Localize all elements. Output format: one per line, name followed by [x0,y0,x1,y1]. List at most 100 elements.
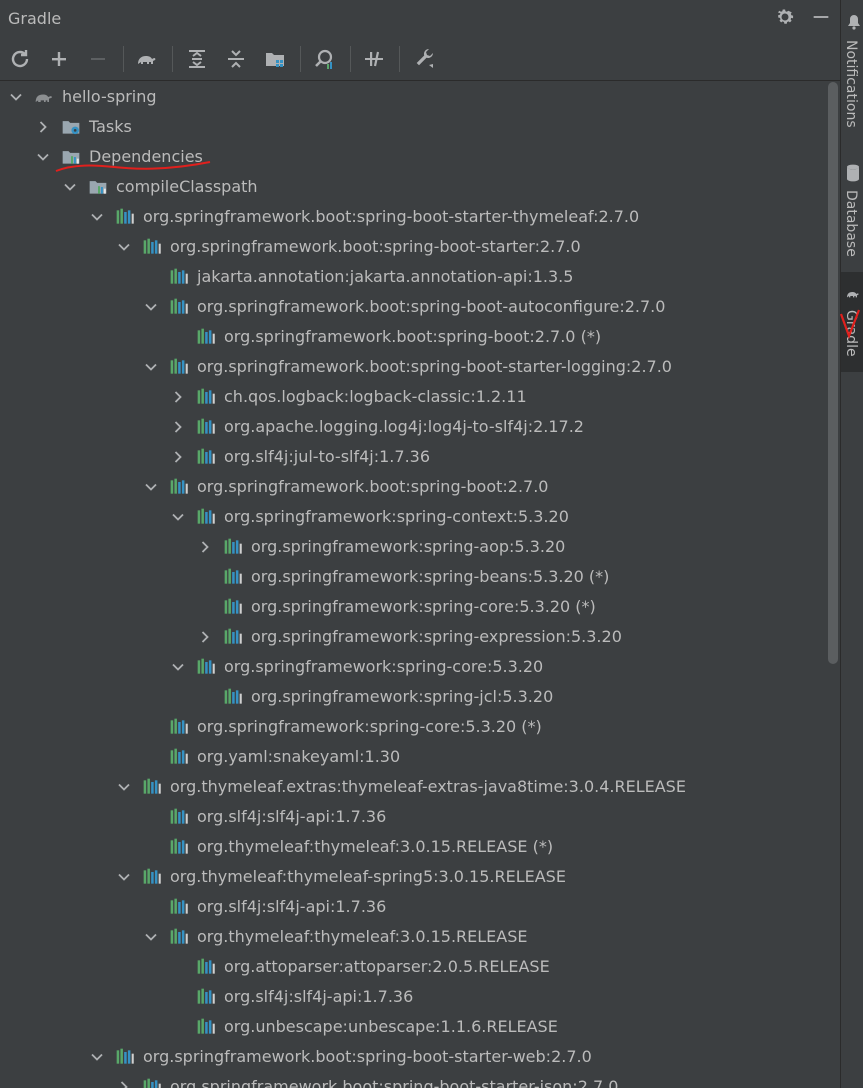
minus-icon[interactable] [810,6,832,28]
tree-row[interactable]: org.thymeleaf:thymeleaf:3.0.15.RELEASE (… [0,832,826,862]
chevron-right-icon[interactable] [170,419,186,435]
tree-row[interactable]: org.springframework.boot:spring-boot-sta… [0,232,826,262]
add-button[interactable] [46,46,72,72]
chevron-down-icon[interactable] [8,89,24,105]
remove-button[interactable] [85,46,111,72]
tool-window-header: Gradle [0,0,840,38]
vertical-scrollbar[interactable] [828,82,838,664]
offline-icon [365,51,383,67]
tree-row-label: org.attoparser:attoparser:2.0.5.RELEASE [224,957,550,976]
chevron-down-icon[interactable] [143,359,159,375]
toolbar-separator [172,46,173,72]
tree-row[interactable]: org.thymeleaf:thymeleaf-spring5:3.0.15.R… [0,862,826,892]
toolbar-separator [300,46,301,72]
sidebar-tab-notifications[interactable]: Notifications [841,0,863,140]
plus-icon [52,52,66,66]
database-icon [847,164,859,182]
chevron-down-icon[interactable] [116,779,132,795]
chevron-down-icon[interactable] [170,659,186,675]
library-icon [169,357,189,377]
refresh-icon [11,50,29,68]
tree-row[interactable]: org.unbescape:unbescape:1.1.6.RELEASE [0,1012,826,1042]
toggle-offline-button[interactable] [361,46,387,72]
analyze-icon [315,49,333,69]
tree-row-label: org.slf4j:slf4j-api:1.7.36 [197,897,387,916]
tasks-folder-icon [61,117,81,137]
chevron-down-icon[interactable] [116,869,132,885]
chevron-right-icon[interactable] [197,539,213,555]
elephant-icon [34,87,54,107]
tree-row[interactable]: org.thymeleaf.extras:thymeleaf-extras-ja… [0,772,826,802]
tree-row[interactable]: org.thymeleaf:thymeleaf:3.0.15.RELEASE [0,922,826,952]
library-icon [223,627,243,647]
chevron-down-icon[interactable] [170,509,186,525]
tree-row[interactable]: org.yaml:snakeyaml:1.30 [0,742,826,772]
tree-row[interactable]: org.springframework:spring-core:5.3.20 [0,652,826,682]
reload-button[interactable] [7,46,33,72]
tree-row-label: org.springframework:spring-core:5.3.20 (… [197,717,542,736]
group-modules-button[interactable] [262,46,288,72]
tree-row[interactable]: org.springframework:spring-core:5.3.20 (… [0,712,826,742]
chevron-right-icon[interactable] [170,449,186,465]
expand-all-icon [189,50,205,68]
tree-row[interactable]: org.springframework:spring-expression:5.… [0,622,826,652]
chevron-down-icon[interactable] [143,479,159,495]
chevron-down-icon[interactable] [143,929,159,945]
tree-row[interactable]: org.springframework:spring-context:5.3.2… [0,502,826,532]
tree-row[interactable]: org.springframework.boot:spring-boot-sta… [0,1042,826,1072]
library-icon [223,597,243,617]
tree-row[interactable]: org.springframework.boot:spring-boot-aut… [0,292,826,322]
toolbar-separator [350,46,351,72]
chevron-down-icon[interactable] [143,299,159,315]
tree-row[interactable]: org.springframework.boot:spring-boot-sta… [0,352,826,382]
chevron-right-icon[interactable] [116,1079,132,1088]
library-icon [196,327,216,347]
tree-row[interactable]: org.apache.logging.log4j:log4j-to-slf4j:… [0,412,826,442]
expand-all-button[interactable] [184,46,210,72]
library-icon [169,897,189,917]
tree-row[interactable]: jakarta.annotation:jakarta.annotation-ap… [0,262,826,292]
analyze-dependencies-button[interactable] [311,46,337,72]
chevron-right-icon[interactable] [35,119,51,135]
tree-row[interactable]: org.springframework:spring-core:5.3.20 (… [0,592,826,622]
collapse-all-icon [228,50,244,68]
build-settings-button[interactable] [412,46,438,72]
chevron-down-icon[interactable] [89,1049,105,1065]
sidebar-tab-label: Database [843,190,859,257]
tree-row[interactable]: org.slf4j:slf4j-api:1.7.36 [0,982,826,1012]
sidebar-tab-gradle[interactable]: Gradle [839,272,863,372]
execute-task-button[interactable] [134,46,160,72]
tree-row[interactable]: org.springframework.boot:spring-boot-sta… [0,1072,826,1088]
tree-row[interactable]: org.springframework.boot:spring-boot:2.7… [0,322,826,352]
tree-row[interactable]: org.slf4j:slf4j-api:1.7.36 [0,802,826,832]
chevron-right-icon[interactable] [170,389,186,405]
tree-row-label: compileClasspath [116,177,258,196]
tree-row-label: org.springframework.boot:spring-boot-aut… [197,297,666,316]
tree-row[interactable]: hello-spring [0,82,826,112]
tree-row[interactable]: org.attoparser:attoparser:2.0.5.RELEASE [0,952,826,982]
tree-row[interactable]: org.springframework.boot:spring-boot:2.7… [0,472,826,502]
chevron-right-icon[interactable] [197,629,213,645]
tree-row[interactable]: org.springframework:spring-aop:5.3.20 [0,532,826,562]
tree-row-label: org.springframework.boot:spring-boot-sta… [143,207,640,226]
tree-row[interactable]: org.springframework:spring-beans:5.3.20 … [0,562,826,592]
tree-row[interactable]: ch.qos.logback:logback-classic:1.2.11 [0,382,826,412]
chevron-down-icon[interactable] [116,239,132,255]
collapse-all-button[interactable] [223,46,249,72]
gear-icon[interactable] [774,6,796,28]
chevron-down-icon[interactable] [62,179,78,195]
library-icon [196,657,216,677]
tree-row[interactable]: org.springframework:spring-jcl:5.3.20 [0,682,826,712]
tree-row[interactable]: compileClasspath [0,172,826,202]
dependency-tree[interactable]: hello-spring Tasks Dependencies compileClas… [0,81,826,1088]
tree-row[interactable]: Tasks [0,112,826,142]
chevron-down-icon[interactable] [89,209,105,225]
tree-row[interactable]: org.springframework.boot:spring-boot-sta… [0,202,826,232]
library-icon [196,387,216,407]
sidebar-tab-database[interactable]: Database [841,156,863,264]
tree-row[interactable]: org.slf4j:slf4j-api:1.7.36 [0,892,826,922]
gradle-toolbar [0,38,840,81]
chevron-down-icon[interactable] [35,149,51,165]
tree-row-label: org.springframework:spring-beans:5.3.20 … [251,567,610,586]
tree-row[interactable]: org.slf4j:jul-to-slf4j:1.7.36 [0,442,826,472]
